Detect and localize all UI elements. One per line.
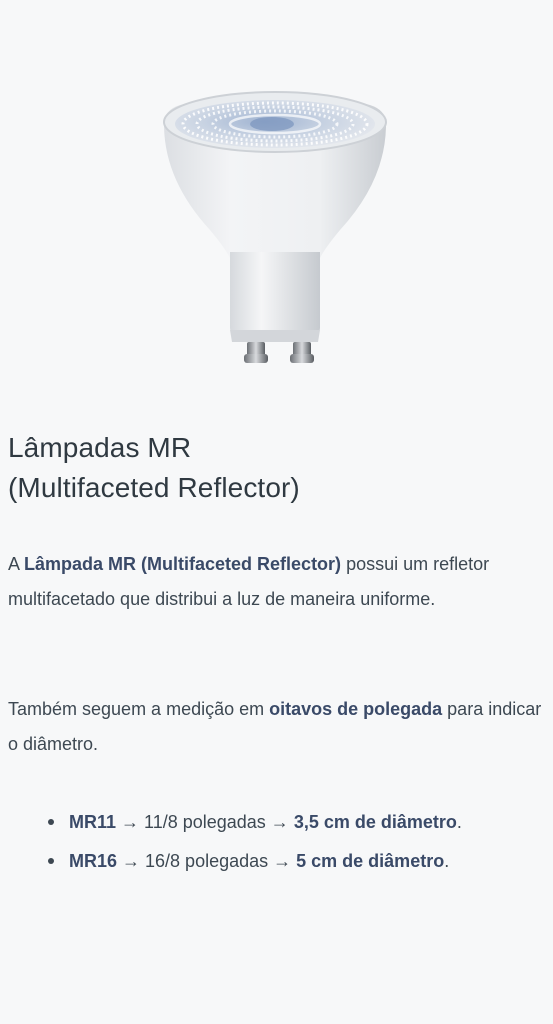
intro-paragraph: A Lâmpada MR (Multifaceted Reflector) po… (8, 547, 548, 617)
title-line-2: (Multifaceted Reflector) (8, 472, 300, 503)
intro-bold-term: Lâmpada MR (Multifaceted Reflector) (24, 554, 342, 574)
mr-bulb-image (150, 80, 400, 380)
gu10-led-bulb-illustration (163, 91, 387, 363)
intro-text-start: A (8, 554, 25, 574)
measurement-bold-term: oitavos de polegada (269, 699, 443, 719)
list-item-inches: → 11/8 polegadas → (116, 812, 294, 832)
list-item-inches: → 16/8 polegadas → (117, 851, 297, 871)
list-item-period: . (456, 812, 462, 832)
size-list: MR11 → 11/8 polegadas → 3,5 cm de diâmet… (8, 803, 553, 881)
page-title: Lâmpadas MR (Multifaceted Reflector) (8, 428, 300, 508)
list-item: MR16 → 16/8 polegadas → 5 cm de diâmetro… (8, 842, 553, 881)
list-item-name: MR11 (69, 812, 117, 832)
list-item-name: MR16 (69, 851, 118, 871)
list-item-period: . (444, 851, 450, 871)
measurement-text-start: Também seguem a medição em (8, 699, 270, 719)
list-item-diameter: 5 cm de diâmetro (296, 851, 445, 871)
list-item: MR11 → 11/8 polegadas → 3,5 cm de diâmet… (8, 803, 553, 842)
measurement-paragraph: Também seguem a medição em oitavos de po… (8, 692, 548, 762)
list-item-diameter: 3,5 cm de diâmetro (293, 812, 457, 832)
article: Lâmpadas MR (Multifaceted Reflector) A L… (0, 0, 553, 1024)
title-line-1: Lâmpadas MR (8, 432, 192, 463)
